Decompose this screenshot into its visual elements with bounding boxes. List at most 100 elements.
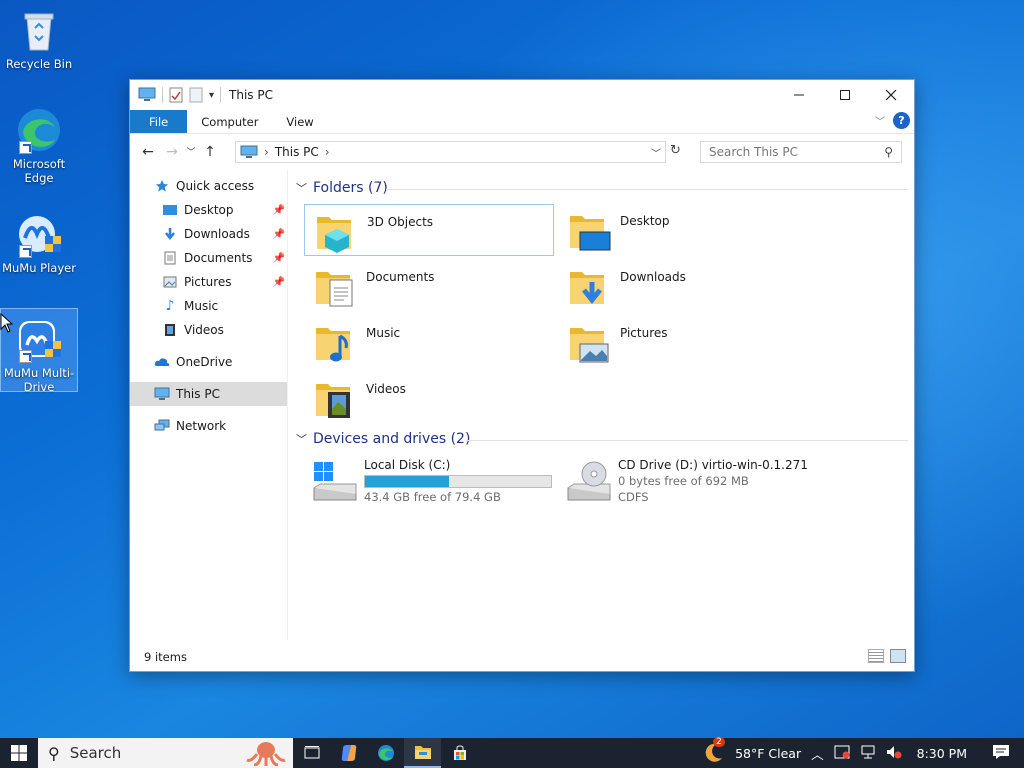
taskbar-store-button[interactable]	[441, 738, 478, 768]
sidebar-item-pictures[interactable]: Pictures 📌	[130, 270, 287, 294]
sidebar-item-network[interactable]: Network	[130, 414, 287, 438]
pin-icon: 📌	[272, 228, 285, 240]
desktop-folder-icon	[568, 208, 612, 252]
desktop-folder-icon	[162, 202, 178, 218]
details-view-icon[interactable]	[868, 649, 884, 663]
customize-toolbar-dropdown-icon[interactable]: ▾	[209, 90, 214, 101]
pictures-folder-icon	[568, 320, 612, 364]
task-view-button[interactable]	[293, 738, 330, 768]
documents-folder-icon	[314, 264, 358, 308]
taskbar-file-explorer-button[interactable]	[404, 738, 441, 768]
taskbar-search-box[interactable]: ⚲ Search	[38, 738, 293, 768]
mumu-multi-drive-icon	[15, 315, 63, 363]
sidebar-item-quick-access[interactable]: Quick access	[130, 174, 287, 198]
start-button[interactable]	[0, 738, 38, 768]
volume-muted-icon[interactable]	[886, 745, 902, 762]
address-bar[interactable]: › This PC › ﹀	[235, 141, 666, 163]
sidebar-item-videos[interactable]: Videos	[130, 318, 287, 342]
folders-group-header[interactable]: ﹀ Folders (7)	[296, 180, 908, 196]
search-placeholder: Search This PC	[709, 145, 798, 159]
collapse-chevron-icon[interactable]: ﹀	[296, 180, 307, 196]
group-title: Devices and drives (2)	[313, 431, 471, 447]
minimize-button[interactable]	[776, 80, 822, 110]
folder-downloads[interactable]: Downloads	[558, 260, 808, 312]
folder-desktop[interactable]: Desktop	[558, 204, 808, 256]
desktop-icon-mumu-player[interactable]: MuMu Player	[1, 210, 77, 275]
maximize-button[interactable]	[822, 80, 868, 110]
this-pc-icon	[240, 145, 258, 158]
drive-local-disk-c[interactable]: Local Disk (C:) 43.4 GB free of 79.4 GB	[304, 456, 554, 506]
sidebar-item-this-pc[interactable]: This PC	[130, 382, 287, 406]
expand-ribbon-chevron-icon[interactable]: ﹀	[875, 113, 885, 128]
sidebar-item-downloads[interactable]: Downloads 📌	[130, 222, 287, 246]
weather-widget[interactable]: 2	[703, 736, 725, 766]
sidebar-item-music[interactable]: ♪ Music	[130, 294, 287, 318]
sidebar-item-label: Documents	[184, 251, 253, 265]
folder-videos[interactable]: Videos	[304, 372, 554, 424]
tab-computer[interactable]: Computer	[187, 110, 272, 133]
weather-text[interactable]: 58°F Clear	[735, 746, 801, 761]
tab-view[interactable]: View	[272, 110, 327, 133]
show-hidden-icons-chevron-icon[interactable]: ︿	[811, 744, 824, 763]
system-tray: 2 58°F Clear ︿ 8:30 PM	[698, 736, 1024, 768]
desktop-icon-microsoft-edge[interactable]: Microsoft Edge	[1, 106, 77, 185]
network-wired-icon[interactable]	[860, 745, 876, 762]
breadcrumb-chevron-icon[interactable]: ›	[264, 145, 269, 159]
taskbar-copilot-button[interactable]	[330, 738, 367, 768]
security-shield-icon[interactable]	[834, 745, 850, 762]
quick-access-toolbar: ▾	[130, 87, 222, 103]
collapse-chevron-icon[interactable]: ﹀	[296, 431, 307, 447]
window-title: This PC	[229, 88, 273, 102]
pin-icon: 📌	[272, 252, 285, 264]
large-icons-view-icon[interactable]	[890, 649, 906, 663]
shortcut-arrow-icon	[19, 141, 32, 154]
close-button[interactable]	[868, 80, 914, 110]
search-icon: ⚲	[48, 743, 60, 763]
tab-file[interactable]: File	[130, 110, 188, 133]
weather-badge: 2	[713, 736, 725, 747]
sidebar-item-documents[interactable]: Documents 📌	[130, 246, 287, 270]
address-dropdown-icon[interactable]: ﹀	[651, 145, 661, 160]
sidebar-item-label: Downloads	[184, 227, 250, 241]
desktop-icon-recycle-bin[interactable]: Recycle Bin	[1, 6, 77, 71]
sidebar-item-onedrive[interactable]: OneDrive	[130, 350, 287, 374]
ribbon-tabs: File Computer View ﹀ ?	[130, 110, 914, 133]
star-icon	[154, 178, 170, 194]
up-arrow-icon[interactable]: ↑	[198, 144, 222, 160]
recent-locations-chevron-icon[interactable]: ﹀	[184, 145, 198, 158]
sidebar-item-label: Music	[184, 299, 219, 313]
folder-music[interactable]: Music	[304, 316, 554, 368]
copilot-icon	[341, 745, 356, 761]
folder-label: Videos	[366, 382, 406, 396]
properties-icon[interactable]	[169, 87, 183, 103]
sidebar-item-label: Quick access	[176, 179, 255, 193]
forward-arrow-icon[interactable]: →	[160, 144, 184, 160]
search-input[interactable]: Search This PC ⚲	[700, 141, 902, 163]
refresh-icon[interactable]: ↻	[670, 143, 681, 158]
breadcrumb-chevron-icon[interactable]: ›	[325, 145, 330, 159]
sidebar-item-desktop[interactable]: Desktop 📌	[130, 198, 287, 222]
videos-film-icon	[162, 322, 178, 338]
folder-documents[interactable]: Documents	[304, 260, 554, 312]
folder-label: Documents	[366, 270, 435, 284]
windows-drive-icon	[310, 460, 358, 504]
shortcut-arrow-icon	[19, 245, 32, 258]
new-folder-icon[interactable]	[189, 87, 203, 103]
breadcrumb-this-pc[interactable]: This PC	[275, 145, 319, 159]
sidebar-item-label: This PC	[176, 387, 220, 401]
drive-cd-d[interactable]: CD Drive (D:) virtio-win-0.1.271 0 bytes…	[558, 456, 858, 506]
action-center-icon[interactable]	[992, 744, 1010, 763]
folder-3d-objects[interactable]: 3D Objects	[304, 204, 554, 256]
devices-group-header[interactable]: ﹀ Devices and drives (2)	[296, 431, 908, 447]
desktop-icon-label: Recycle Bin	[5, 57, 73, 71]
drive-filesystem: CDFS	[618, 490, 649, 504]
back-arrow-icon[interactable]: ←	[136, 144, 160, 160]
folder-pictures[interactable]: Pictures	[558, 316, 808, 368]
taskbar-edge-button[interactable]	[367, 738, 404, 768]
help-icon[interactable]: ?	[893, 112, 910, 129]
clock-time[interactable]: 8:30 PM	[917, 746, 967, 761]
cloud-icon	[154, 354, 170, 370]
folder-label: Desktop	[620, 214, 670, 228]
toolbar-separator	[220, 87, 222, 103]
shortcut-arrow-icon	[19, 350, 32, 363]
